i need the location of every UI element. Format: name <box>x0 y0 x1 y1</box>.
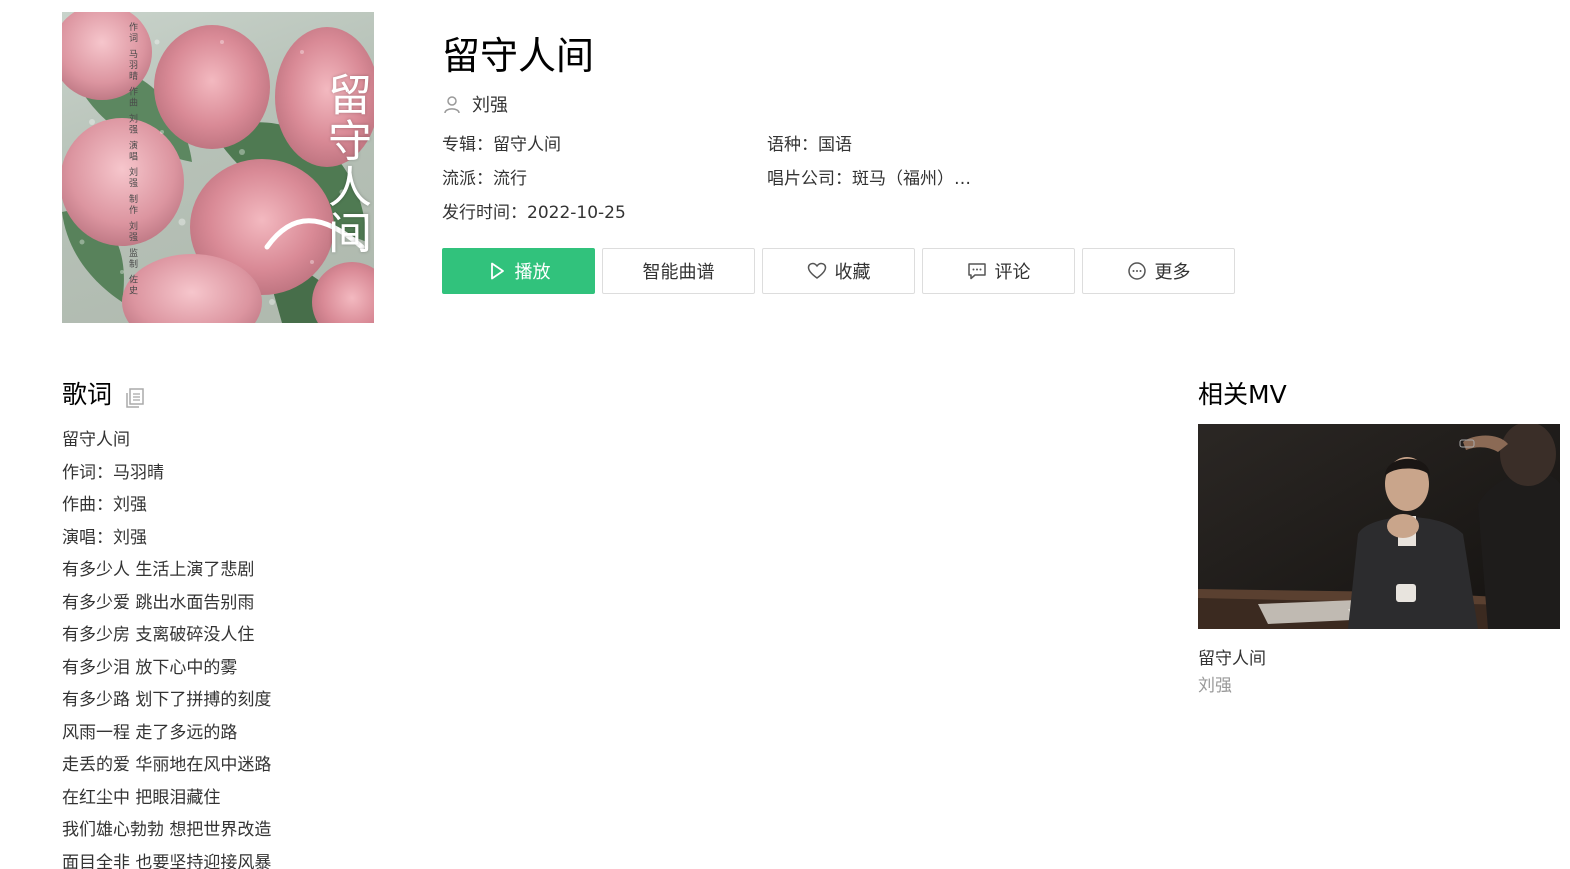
mv-artist[interactable]: 刘强 <box>1198 673 1232 699</box>
lyric-line: 有多少路 划下了拼搏的刻度 <box>62 690 272 710</box>
mv-title[interactable]: 留守人间 <box>1198 646 1266 672</box>
lyric-line: 留守人间 <box>62 430 130 450</box>
meta-release-label: 发行时间： <box>442 203 527 223</box>
meta-release: 发行时间：2022-10-25 <box>442 201 626 225</box>
album-link[interactable]: 留守人间 <box>493 135 561 155</box>
play-button[interactable]: 播放 <box>442 248 595 294</box>
lyric-line: 在红尘中 把眼泪藏住 <box>62 787 221 808</box>
related-mv-section-title: 相关MV <box>1198 378 1287 412</box>
lyric-line: 有多少泪 放下心中的雾 <box>62 657 238 678</box>
related-mv-title: 相关MV <box>1198 380 1287 409</box>
song-detail-page: 留守人间 作词 马羽晴 作曲 刘强 演唱 刘强 制作 刘强 监制 佐史 留守人间… <box>0 0 1570 869</box>
lyric-line: 作词：马羽晴 <box>62 462 164 483</box>
comment-icon <box>967 261 987 281</box>
meta-album-label: 专辑： <box>442 135 493 155</box>
sheet-music-button-label: 智能曲谱 <box>642 262 715 283</box>
sheet-music-button[interactable]: 智能曲谱 <box>602 248 755 294</box>
meta-language: 语种：国语 <box>767 133 852 157</box>
lyrics-section-title: 歌词 <box>62 378 146 412</box>
meta-language-label: 语种： <box>767 135 818 155</box>
lyric-line: 有多少爱 跳出水面告别雨 <box>62 592 255 613</box>
more-button[interactable]: 更多 <box>1082 248 1235 294</box>
mv-thumbnail-art <box>1198 424 1560 629</box>
favorite-button-label: 收藏 <box>834 262 871 283</box>
meta-genre-label: 流派： <box>442 169 493 189</box>
more-button-label: 更多 <box>1154 262 1191 283</box>
copy-icon[interactable] <box>124 384 146 408</box>
mv-thumbnail[interactable] <box>1198 424 1560 629</box>
cover-credits: 作词 马羽晴 作曲 刘强 演唱 刘强 制作 刘强 监制 佐史 <box>127 22 137 297</box>
lyrics-title: 歌词 <box>62 380 113 409</box>
meta-label: 唱片公司：斑马（福州）… <box>767 167 971 191</box>
record-label-value: 斑马（福州）… <box>852 169 971 189</box>
meta-label-label: 唱片公司： <box>767 169 852 189</box>
lyric-line: 走丢的爱 华丽地在风中迷路 <box>62 755 272 775</box>
lyric-line: 面目全非 也要坚持迎接风暴 <box>62 852 272 869</box>
release-date-value: 2022-10-25 <box>527 203 626 223</box>
comment-button-label: 评论 <box>994 262 1031 283</box>
language-value: 国语 <box>818 135 852 155</box>
artist-name: 刘强 <box>472 95 508 116</box>
artist-link[interactable]: 刘强 <box>442 92 508 116</box>
comment-button[interactable]: 评论 <box>922 248 1075 294</box>
lyric-line: 有多少房 支离破碎没人住 <box>62 625 255 645</box>
lyric-line: 有多少人 生活上演了悲剧 <box>62 560 255 580</box>
meta-genre: 流派：流行 <box>442 167 527 191</box>
favorite-button[interactable]: 收藏 <box>762 248 915 294</box>
genre-value: 流行 <box>493 169 527 189</box>
album-cover[interactable]: 留守人间 作词 马羽晴 作曲 刘强 演唱 刘强 制作 刘强 监制 佐史 <box>62 12 374 323</box>
lyric-line: 演唱：刘强 <box>62 527 147 548</box>
play-icon <box>487 261 507 281</box>
cover-title-art: 留守人间 <box>320 72 371 256</box>
lyric-line: 作曲：刘强 <box>62 495 147 515</box>
lyric-line: 风雨一程 走了多远的路 <box>62 722 238 743</box>
more-icon <box>1127 261 1147 281</box>
lyrics-list: 留守人间 作词：马羽晴 作曲：刘强 演唱：刘强 有多少人 生活上演了悲剧 有多少… <box>62 424 462 869</box>
lyric-line: 我们雄心勃勃 想把世界改造 <box>62 820 272 840</box>
heart-icon <box>807 261 827 281</box>
play-button-label: 播放 <box>514 262 551 283</box>
song-title: 留守人间 <box>442 34 595 78</box>
user-icon <box>442 94 462 114</box>
meta-album: 专辑：留守人间 <box>442 133 561 157</box>
